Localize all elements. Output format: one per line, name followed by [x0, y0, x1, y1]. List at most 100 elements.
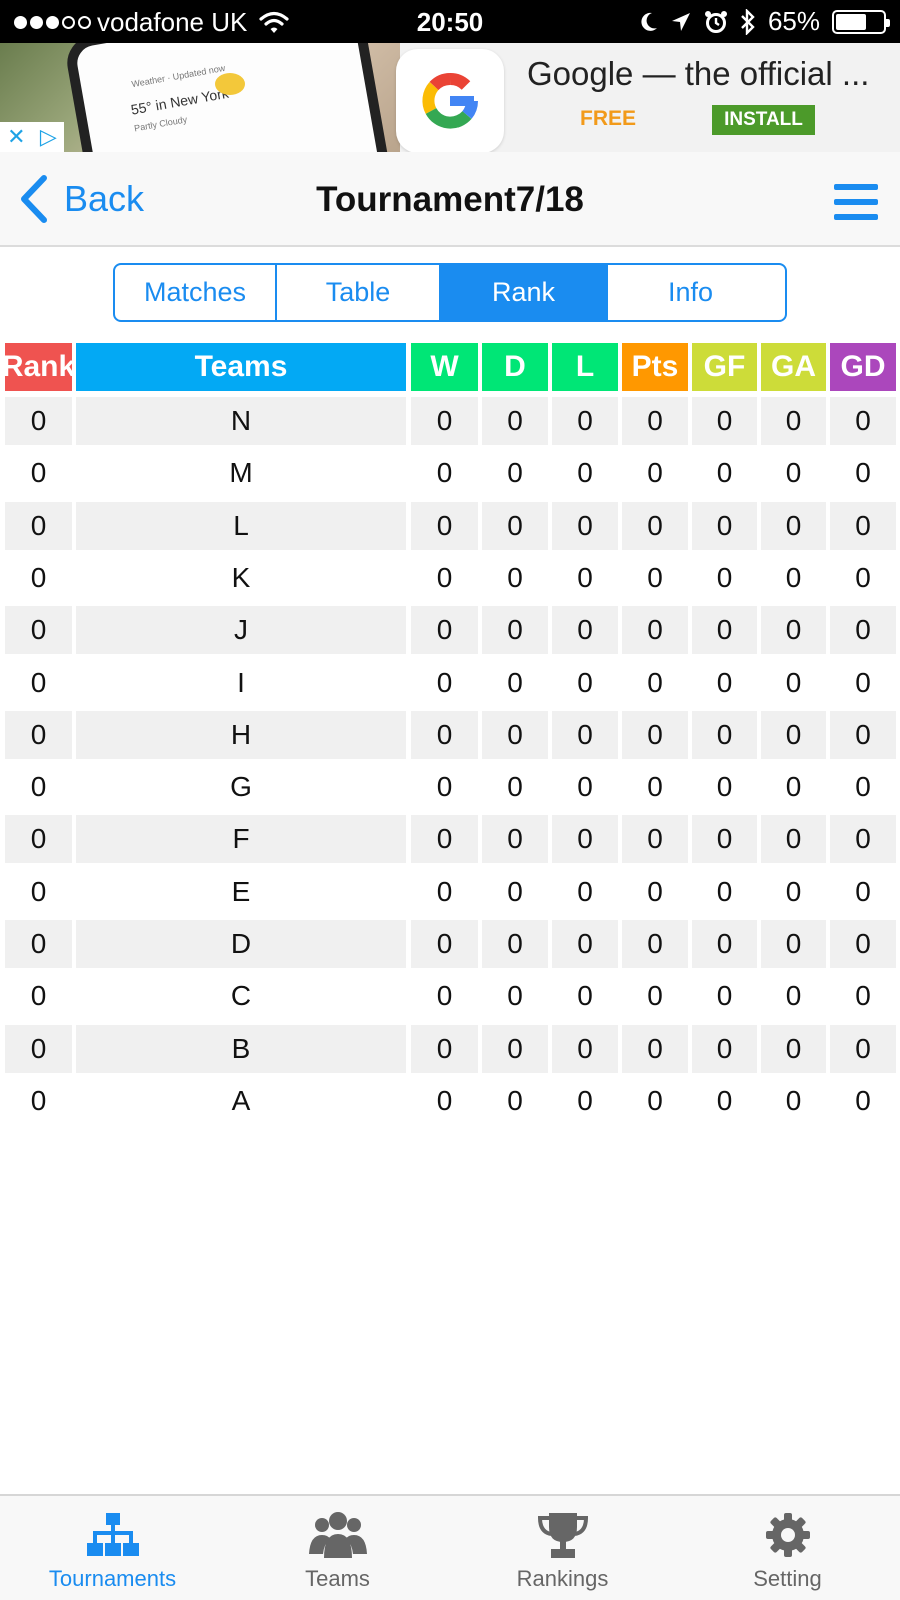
tab-rank[interactable]: Rank — [441, 265, 608, 320]
ad-install-button[interactable]: INSTALL — [712, 105, 815, 135]
cell-wins: 0 — [411, 397, 478, 445]
cell-goals-against: 0 — [785, 875, 802, 907]
cell-draws: 0 — [507, 980, 523, 1012]
cell-team: B — [76, 1024, 406, 1073]
adchoices-icon[interactable]: ▷ — [40, 124, 57, 150]
google-g-logo-icon — [422, 73, 479, 129]
weather-sun-icon — [215, 73, 245, 95]
cell-wins: 0 — [411, 920, 478, 968]
google-app-icon[interactable] — [396, 49, 504, 152]
table-row[interactable]: 0 I 0 0 0 0 0 0 0 — [0, 659, 900, 707]
cell-points: 0 — [622, 1024, 688, 1073]
ad-title[interactable]: Google — the official ... — [527, 55, 869, 93]
cell-team: M — [229, 457, 253, 489]
moon-icon — [638, 11, 658, 33]
cell-team: J — [76, 606, 406, 655]
table-row[interactable]: 0 G 0 0 0 0 0 0 0 — [0, 763, 900, 811]
table-row[interactable]: 0 C 0 0 0 0 0 0 0 — [0, 972, 900, 1020]
cell-team: L — [76, 501, 406, 550]
tab-setting[interactable]: Setting — [675, 1496, 900, 1600]
cell-goal-difference: 0 — [830, 397, 896, 445]
cell-goals-against: 0 — [761, 501, 826, 550]
cell-rank: 0 — [30, 561, 47, 593]
cell-goals-for: 0 — [692, 1024, 757, 1073]
cell-losses: 0 — [552, 606, 618, 655]
cell-goals-against: 0 — [761, 815, 826, 864]
cell-wins: 0 — [411, 606, 478, 655]
tab-tournaments[interactable]: Tournaments — [0, 1496, 225, 1600]
ad-close-icon[interactable]: ✕ — [7, 124, 25, 150]
tab-teams[interactable]: Teams — [225, 1496, 450, 1600]
cell-draws: 0 — [507, 771, 523, 803]
cell-losses: 0 — [577, 666, 593, 698]
cell-wins: 0 — [436, 457, 453, 489]
table-row[interactable]: 0B0000000 — [0, 1024, 900, 1073]
ad-banner[interactable]: Weather · Updated now 55° in New York Pa… — [0, 43, 900, 152]
table-row[interactable]: 0J0000000 — [0, 606, 900, 655]
table-row[interactable]: 0D0000000 — [0, 920, 900, 968]
cell-losses: 0 — [577, 875, 593, 907]
cell-points: 0 — [647, 457, 663, 489]
column-header-points[interactable]: Pts — [622, 343, 688, 391]
cell-team: E — [231, 875, 251, 907]
tab-matches[interactable]: Matches — [115, 265, 277, 320]
cell-points: 0 — [622, 397, 688, 445]
cell-draws: 0 — [482, 397, 548, 445]
cell-wins: 0 — [411, 815, 478, 864]
column-header-losses[interactable]: L — [552, 343, 618, 391]
table-row[interactable]: 0 K 0 0 0 0 0 0 0 — [0, 554, 900, 602]
table-row[interactable]: 0 M 0 0 0 0 0 0 0 — [0, 449, 900, 497]
column-header-goal-difference[interactable]: GD — [830, 343, 896, 391]
ad-phone-temp: 55° in New York — [129, 84, 230, 118]
cell-points: 0 — [647, 561, 663, 593]
cell-goal-difference: 0 — [855, 561, 871, 593]
battery-icon — [832, 9, 890, 34]
cell-goals-against: 0 — [785, 980, 802, 1012]
tab-label: Tournaments — [48, 1566, 177, 1591]
table-row[interactable]: 0 E 0 0 0 0 0 0 0 — [0, 868, 900, 916]
cell-points: 0 — [622, 501, 688, 550]
cell-goals-against: 0 — [761, 397, 826, 445]
cell-rank: 0 — [30, 666, 47, 698]
cell-goals-for: 0 — [692, 710, 757, 759]
cell-rank: 0 — [30, 875, 47, 907]
cell-draws: 0 — [482, 606, 548, 655]
cell-draws: 0 — [507, 457, 523, 489]
table-row[interactable]: 0F0000000 — [0, 815, 900, 864]
tab-rankings[interactable]: Rankings — [450, 1496, 675, 1600]
cell-goals-against: 0 — [785, 561, 802, 593]
cell-goals-for: 0 — [716, 980, 733, 1012]
column-header-goals-against[interactable]: GA — [761, 343, 826, 391]
table-row[interactable]: 0 A 0 0 0 0 0 0 0 — [0, 1077, 900, 1125]
cell-points: 0 — [622, 815, 688, 864]
cell-draws: 0 — [507, 1084, 523, 1116]
cell-points: 0 — [622, 920, 688, 968]
tab-info[interactable]: Info — [608, 265, 773, 320]
column-header-draws[interactable]: D — [482, 343, 548, 391]
column-header-wins[interactable]: W — [411, 343, 478, 391]
cell-goals-for: 0 — [716, 875, 733, 907]
cell-wins: 0 — [436, 561, 453, 593]
cell-draws: 0 — [482, 710, 548, 759]
ad-phone-header: Weather · Updated now — [130, 62, 226, 90]
cell-wins: 0 — [411, 1024, 478, 1073]
column-header-rank[interactable]: Rank — [5, 343, 72, 391]
tab-table[interactable]: Table — [277, 265, 441, 320]
cell-goals-against: 0 — [761, 710, 826, 759]
cell-wins: 0 — [411, 501, 478, 550]
column-header-goals-for[interactable]: GF — [692, 343, 757, 391]
hamburger-menu-icon[interactable] — [834, 184, 878, 220]
column-header-team[interactable]: Teams — [76, 343, 406, 391]
table-row[interactable]: 0N0000000 — [0, 397, 900, 445]
cell-losses: 0 — [552, 397, 618, 445]
cell-wins: 0 — [436, 771, 453, 803]
cell-team: K — [231, 561, 251, 593]
cell-team: D — [76, 920, 406, 968]
cell-goals-against: 0 — [785, 1084, 802, 1116]
cell-rank: 0 — [30, 457, 47, 489]
cell-goals-against: 0 — [785, 771, 802, 803]
cell-team: N — [76, 397, 406, 445]
table-row[interactable]: 0L0000000 — [0, 501, 900, 550]
cell-draws: 0 — [482, 920, 548, 968]
table-row[interactable]: 0H0000000 — [0, 710, 900, 759]
